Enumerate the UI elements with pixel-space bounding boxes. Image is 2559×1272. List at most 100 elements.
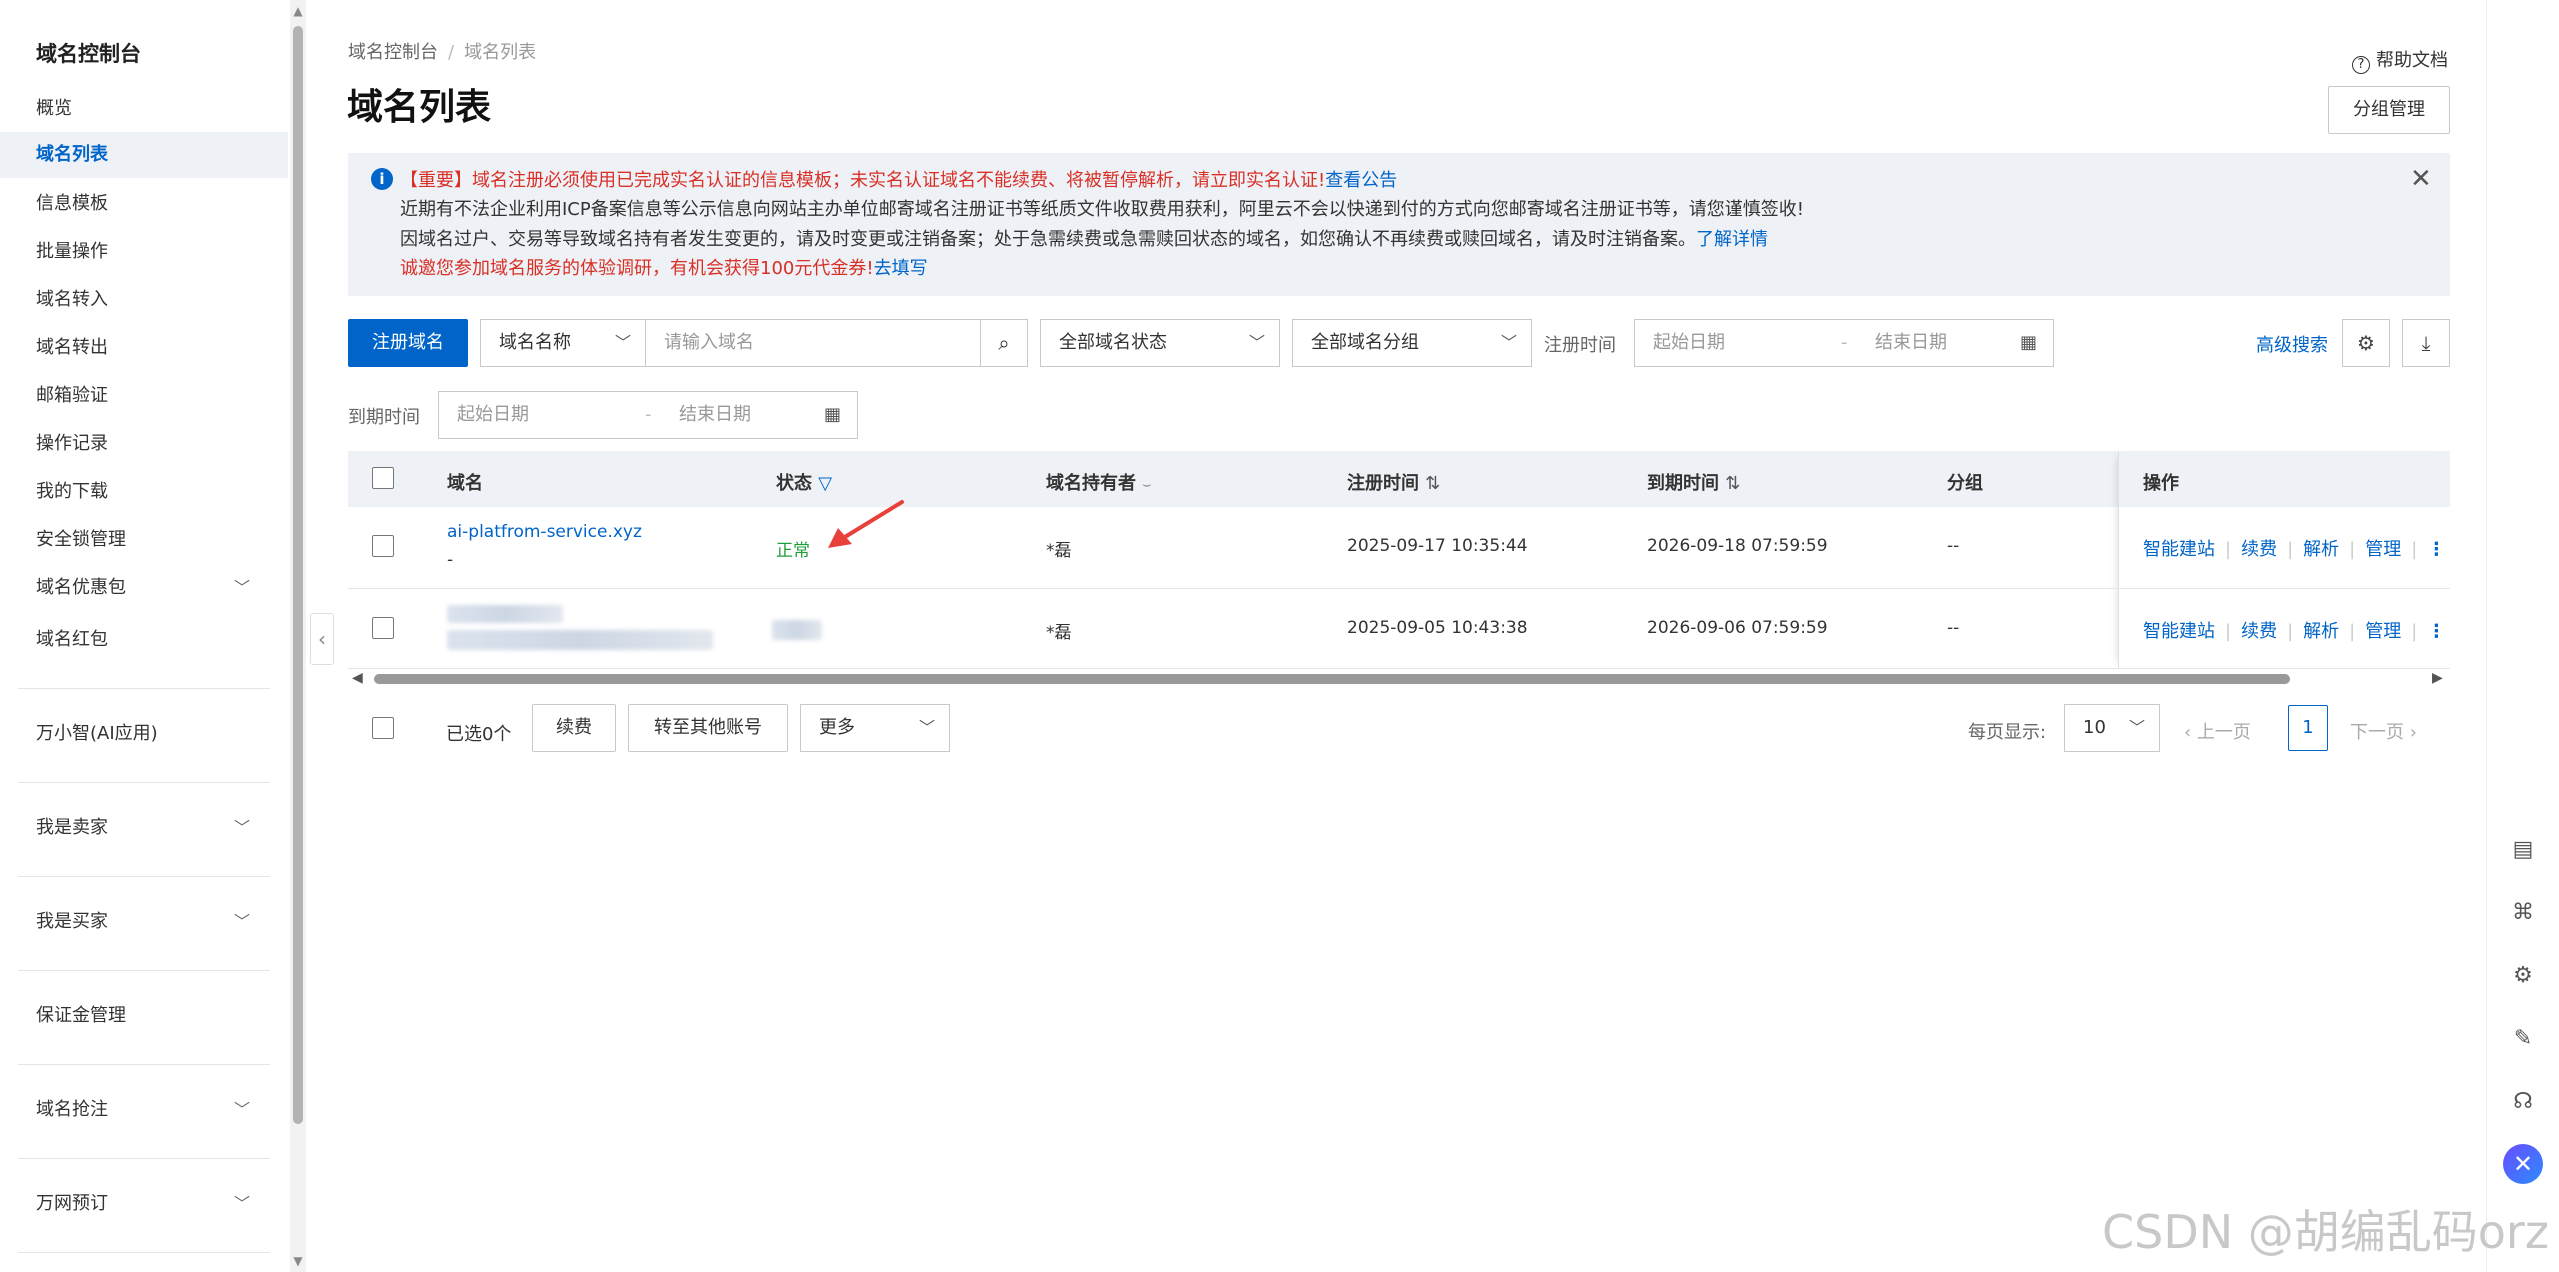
- sidebar-item-security-lock[interactable]: 安全锁管理: [0, 517, 288, 563]
- download-icon: ⤓: [2421, 331, 2431, 355]
- sidebar-item-buyer[interactable]: 我是买家 ﹀: [0, 899, 288, 945]
- sidebar-divider: [18, 1064, 270, 1065]
- scroll-right-icon[interactable]: ▶: [2432, 670, 2443, 686]
- manage-link[interactable]: 管理: [2365, 539, 2401, 560]
- reg-date-range[interactable]: 起始日期 - 结束日期 ▦: [1634, 319, 2054, 367]
- sidebar-item-op-log[interactable]: 操作记录: [0, 421, 288, 467]
- sidebar-divider: [18, 970, 270, 971]
- edit-icon[interactable]: ✎: [2505, 1021, 2541, 1057]
- advanced-search-link[interactable]: 高级搜索: [2256, 331, 2328, 357]
- sidebar-item-label: 我的下载: [36, 481, 108, 502]
- sidebar-collapse-button[interactable]: ‹: [310, 613, 334, 665]
- sidebar-item-batch-ops[interactable]: 批量操作: [0, 229, 288, 275]
- sidebar-item-backorder[interactable]: 域名抢注 ﹀: [0, 1087, 288, 1133]
- row-checkbox[interactable]: [372, 535, 394, 557]
- prev-page-button[interactable]: ‹ 上一页: [2184, 718, 2251, 744]
- smart-site-link[interactable]: 智能建站: [2143, 621, 2215, 642]
- sidebar-item-label: 域名红包: [36, 629, 108, 650]
- scroll-left-icon[interactable]: ◀: [352, 670, 363, 686]
- renew-link[interactable]: 续费: [2241, 539, 2277, 560]
- per-page-select[interactable]: 10 ﹀: [2064, 704, 2160, 752]
- more-vertical-icon[interactable]: ⋮: [2427, 539, 2445, 560]
- close-icon[interactable]: ✕: [2410, 164, 2432, 194]
- sidebar-item-reserve[interactable]: 万网预订 ﹀: [0, 1181, 288, 1227]
- search-type-select[interactable]: 域名名称 ﹀: [480, 319, 646, 367]
- status-select[interactable]: 全部域名状态 ﹀: [1040, 319, 1280, 367]
- help-docs-link[interactable]: ? 帮助文档: [2352, 46, 2448, 74]
- sidebar-item-info-template[interactable]: 信息模板: [0, 181, 288, 227]
- sidebar-item-transfer-out[interactable]: 域名转出: [0, 325, 288, 371]
- sidebar-item-red-packet[interactable]: 域名红包: [0, 617, 288, 663]
- headset-icon[interactable]: ☊: [2505, 1084, 2541, 1120]
- search-icon: ⌕: [998, 331, 1010, 355]
- scroll-down-icon[interactable]: ▼: [291, 1254, 305, 1268]
- fill-survey-link[interactable]: 去填写: [874, 258, 928, 279]
- view-announcement-link[interactable]: 查看公告: [1325, 170, 1397, 191]
- gear-icon[interactable]: ⚙: [2505, 958, 2541, 994]
- watermark: CSDN @胡编乱码orz: [2102, 1205, 2549, 1259]
- sidebar-item-label: 域名转出: [36, 337, 108, 358]
- footer-select-all-checkbox[interactable]: [372, 717, 394, 739]
- group-manage-button[interactable]: 分组管理: [2328, 86, 2450, 134]
- document-icon[interactable]: ▤: [2505, 832, 2541, 868]
- sidebar-divider: [18, 688, 270, 689]
- sidebar-item-email-verify[interactable]: 邮箱验证: [0, 373, 288, 419]
- more-vertical-icon[interactable]: ⋮: [2427, 621, 2445, 642]
- register-domain-button[interactable]: 注册域名: [348, 319, 468, 367]
- row-checkbox[interactable]: [372, 617, 394, 639]
- sidebar-item-ai-app[interactable]: 万小智(AI应用): [0, 711, 288, 757]
- dns-link[interactable]: 解析: [2303, 621, 2339, 642]
- table-scrollbar-thumb[interactable]: [374, 674, 2290, 684]
- th-reg-time[interactable]: 注册时间 ⇅: [1347, 469, 1440, 495]
- next-page-button[interactable]: 下一页 ›: [2350, 718, 2417, 744]
- console-title: 域名控制台: [36, 42, 141, 66]
- th-status[interactable]: 状态 ▽: [776, 469, 832, 495]
- sidebar-item-label: 我是买家: [36, 911, 108, 932]
- sidebar-item-seller[interactable]: 我是卖家 ﹀: [0, 805, 288, 851]
- sidebar-item-downloads[interactable]: 我的下载: [0, 469, 288, 515]
- right-tool-rail: [2486, 0, 2559, 1272]
- download-button[interactable]: ⤓: [2402, 319, 2450, 367]
- redacted-domain: [447, 605, 563, 623]
- code-icon[interactable]: ⌘: [2505, 895, 2541, 931]
- sidebar-scrollbar-thumb[interactable]: [293, 26, 303, 1124]
- dns-link[interactable]: 解析: [2303, 539, 2339, 560]
- chevron-down-icon: ﹀: [233, 912, 250, 931]
- table-settings-button[interactable]: ⚙: [2342, 319, 2390, 367]
- domain-link[interactable]: ai-platfrom-service.xyz: [447, 522, 642, 542]
- sidebar-item-label: 域名优惠包: [36, 577, 126, 598]
- group-select[interactable]: 全部域名分组 ﹀: [1292, 319, 1532, 367]
- page-number-button[interactable]: 1: [2288, 705, 2328, 751]
- sidebar-item-label: 域名抢注: [36, 1099, 108, 1120]
- chevron-down-icon: ﹀: [614, 333, 631, 352]
- scroll-up-icon[interactable]: ▲: [291, 4, 305, 18]
- renew-link[interactable]: 续费: [2241, 621, 2277, 642]
- search-input[interactable]: 请输入域名: [645, 319, 981, 367]
- chevron-down-icon: ﹀: [918, 718, 935, 737]
- search-button[interactable]: ⌕: [980, 319, 1028, 367]
- more-actions-select[interactable]: 更多 ﹀: [800, 704, 950, 752]
- manage-link[interactable]: 管理: [2365, 621, 2401, 642]
- breadcrumb-root[interactable]: 域名控制台: [348, 42, 438, 63]
- sidebar-item-label: 保证金管理: [36, 1005, 126, 1026]
- batch-renew-button[interactable]: 续费: [532, 704, 616, 752]
- sidebar-item-overview[interactable]: 概览: [0, 86, 288, 132]
- select-all-checkbox[interactable]: [372, 467, 394, 489]
- reg-time-label: 注册时间: [1544, 335, 1616, 356]
- transfer-account-button[interactable]: 转至其他账号: [628, 704, 788, 752]
- learn-more-link[interactable]: 了解详情: [1696, 229, 1768, 250]
- sort-icon[interactable]: ⇅: [1425, 473, 1440, 494]
- chevron-down-icon: ﹀: [2128, 718, 2145, 737]
- sidebar-item-discount-pack[interactable]: 域名优惠包 ﹀: [0, 565, 288, 611]
- sidebar-item-deposit[interactable]: 保证金管理: [0, 993, 288, 1039]
- ai-assistant-icon[interactable]: ✕: [2503, 1144, 2543, 1184]
- sidebar-item-transfer-in[interactable]: 域名转入: [0, 277, 288, 323]
- th-label: 注册时间: [1347, 473, 1419, 494]
- filter-icon[interactable]: ▽: [818, 473, 832, 494]
- sidebar-item-domain-list[interactable]: 域名列表: [0, 132, 288, 178]
- eye-closed-icon[interactable]: ⌣: [1142, 477, 1151, 493]
- th-exp-time[interactable]: 到期时间 ⇅: [1647, 469, 1740, 495]
- exp-date-range[interactable]: 起始日期 - 结束日期 ▦: [438, 391, 858, 439]
- sort-icon[interactable]: ⇅: [1725, 473, 1740, 494]
- smart-site-link[interactable]: 智能建站: [2143, 539, 2215, 560]
